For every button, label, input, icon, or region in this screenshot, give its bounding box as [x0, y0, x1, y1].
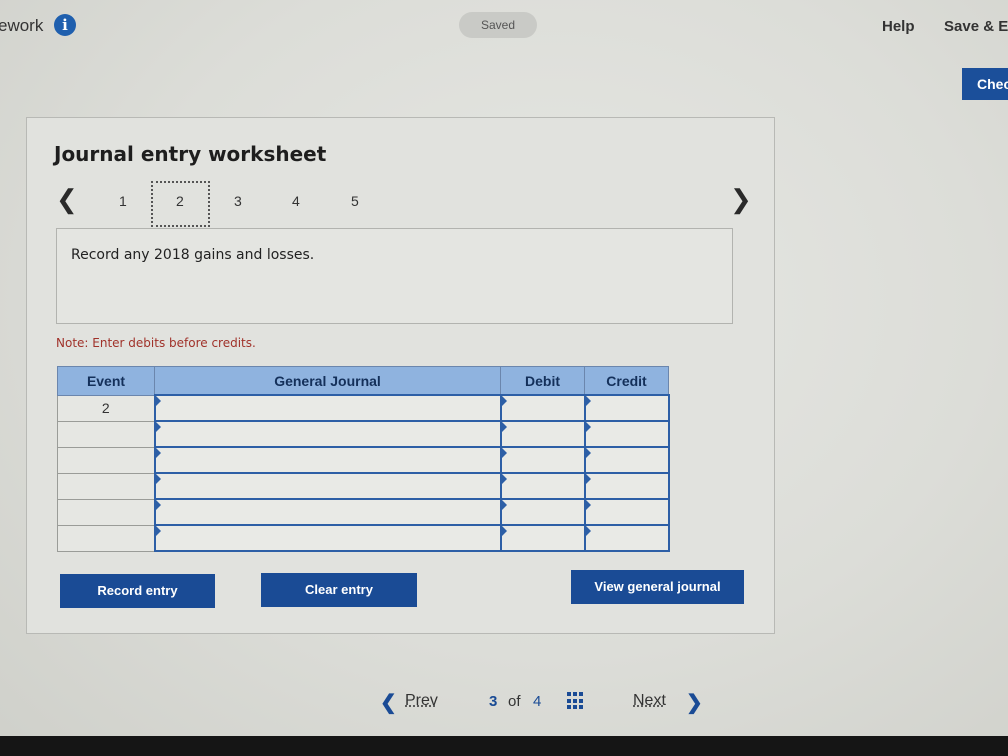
- table-row: [57, 498, 670, 526]
- journal-table: Event General Journal Debit Credit 2: [57, 366, 670, 552]
- instruction-text: Record any 2018 gains and losses.: [71, 247, 315, 263]
- page-tab-4[interactable]: 4: [292, 193, 300, 209]
- assignment-title: ework: [0, 16, 44, 35]
- credit-input[interactable]: [583, 472, 670, 500]
- current-question-number: 3: [489, 693, 498, 710]
- account-input[interactable]: [153, 394, 502, 422]
- chevron-left-icon[interactable]: ❮: [56, 184, 78, 215]
- column-header-general-journal: General Journal: [154, 366, 501, 396]
- next-link[interactable]: Next: [633, 692, 666, 710]
- credit-input[interactable]: [583, 524, 670, 552]
- debit-input[interactable]: [499, 472, 586, 500]
- page-tab-3[interactable]: 3: [234, 193, 242, 209]
- debit-input[interactable]: [499, 394, 586, 422]
- credit-input[interactable]: [583, 394, 670, 422]
- page-tab-2[interactable]: 2: [176, 193, 184, 209]
- column-header-event: Event: [57, 366, 155, 396]
- table-row: [57, 446, 670, 474]
- column-header-debit: Debit: [500, 366, 585, 396]
- record-entry-button[interactable]: Record entry: [60, 574, 215, 608]
- total-questions-number: 4: [533, 693, 542, 710]
- credit-input[interactable]: [583, 446, 670, 474]
- account-input[interactable]: [153, 472, 502, 500]
- entry-note: Note: Enter debits before credits.: [56, 336, 256, 350]
- prev-link[interactable]: Prev: [405, 692, 438, 710]
- event-cell: [57, 472, 155, 500]
- saved-status-badge: Saved: [459, 12, 537, 38]
- chevron-right-icon[interactable]: ❯: [730, 184, 752, 215]
- worksheet-title: Journal entry worksheet: [54, 142, 327, 166]
- table-row: [57, 472, 670, 500]
- help-link[interactable]: Help: [882, 18, 915, 35]
- event-cell: [57, 446, 155, 474]
- account-input[interactable]: [153, 524, 502, 552]
- event-cell: 2: [57, 394, 155, 422]
- question-grid-icon[interactable]: [567, 692, 585, 710]
- credit-input[interactable]: [583, 420, 670, 448]
- table-row: [57, 524, 670, 552]
- view-general-journal-button[interactable]: View general journal: [571, 570, 744, 604]
- account-input[interactable]: [153, 498, 502, 526]
- account-input[interactable]: [153, 420, 502, 448]
- page-tab-1[interactable]: 1: [119, 193, 127, 209]
- debit-input[interactable]: [499, 446, 586, 474]
- debit-input[interactable]: [499, 498, 586, 526]
- event-cell: [57, 524, 155, 552]
- table-row: [57, 420, 670, 448]
- clear-entry-button[interactable]: Clear entry: [261, 573, 417, 607]
- debit-input[interactable]: [499, 420, 586, 448]
- instruction-box: Record any 2018 gains and losses.: [56, 228, 733, 324]
- next-chevron-icon[interactable]: ❯: [686, 690, 703, 715]
- account-input[interactable]: [153, 446, 502, 474]
- credit-input[interactable]: [583, 498, 670, 526]
- journal-header-row: Event General Journal Debit Credit: [57, 366, 669, 396]
- debit-input[interactable]: [499, 524, 586, 552]
- monitor-bezel: [0, 736, 1008, 756]
- prev-chevron-icon[interactable]: ❮: [380, 690, 397, 715]
- event-cell: [57, 498, 155, 526]
- save-exit-link[interactable]: Save & Ex: [944, 18, 1008, 35]
- check-my-work-button[interactable]: Chec: [962, 68, 1008, 100]
- event-cell: [57, 420, 155, 448]
- info-icon[interactable]: i: [54, 14, 76, 36]
- column-header-credit: Credit: [584, 366, 669, 396]
- question-of-label: of: [508, 693, 521, 710]
- page-tab-5[interactable]: 5: [351, 193, 359, 209]
- table-row: 2: [57, 394, 670, 422]
